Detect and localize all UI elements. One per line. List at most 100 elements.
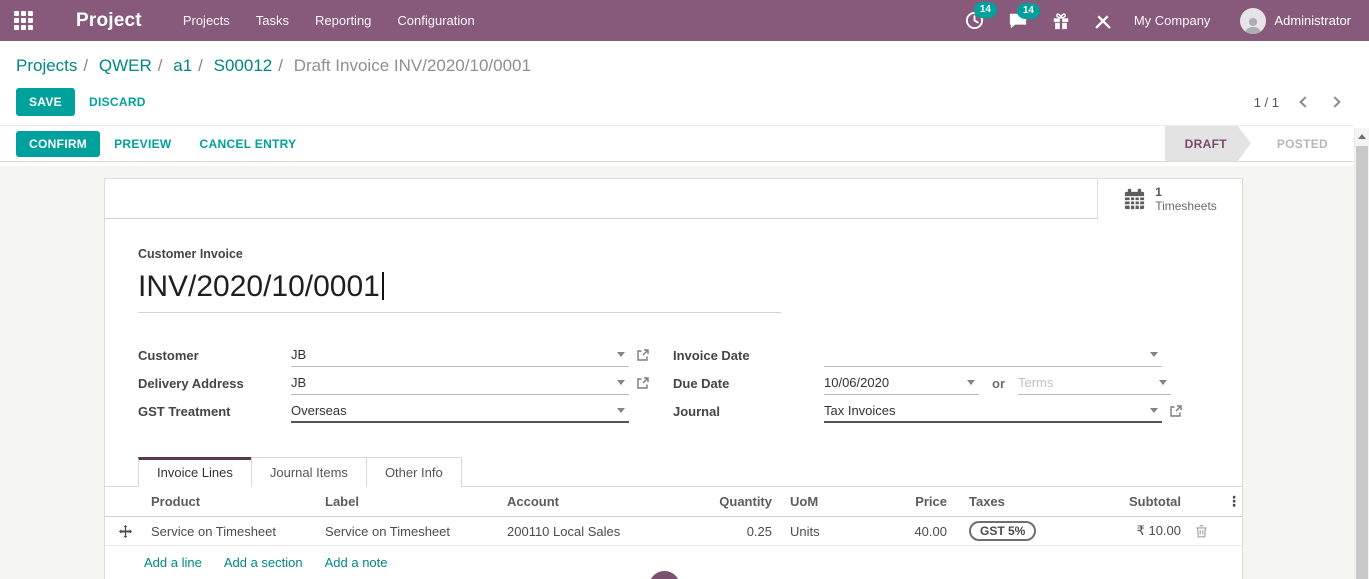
delivery-address-value: JB	[291, 375, 613, 390]
line-uom[interactable]: Units	[772, 524, 892, 539]
dropdown-caret-icon[interactable]	[967, 380, 975, 385]
column-header-taxes[interactable]: Taxes	[947, 494, 1105, 509]
scroll-up-button[interactable]	[1355, 128, 1369, 145]
column-header-account[interactable]: Account	[501, 494, 705, 509]
scrollbar[interactable]	[1354, 128, 1369, 579]
gift-button[interactable]	[1040, 12, 1082, 30]
delivery-address-external-link-icon[interactable]	[636, 376, 650, 390]
journal-label: Journal	[673, 404, 824, 419]
scroll-up-icon	[1358, 134, 1366, 139]
notebook-tabs: Invoice Lines Journal Items Other Info	[105, 457, 1242, 487]
add-a-note-link[interactable]: Add a note	[325, 555, 388, 570]
gst-treatment-value: Overseas	[291, 403, 613, 418]
customer-invoice-label: Customer Invoice	[138, 247, 1209, 261]
company-switcher[interactable]: My Company	[1124, 13, 1227, 28]
column-header-uom[interactable]: UoM	[772, 494, 892, 509]
preview-button[interactable]: PREVIEW	[100, 130, 185, 158]
dropdown-caret-icon[interactable]	[1159, 380, 1167, 385]
navbar-right: 14 14	[953, 8, 1369, 34]
tools-icon	[1094, 12, 1112, 30]
scrollbar-thumb[interactable]	[1356, 146, 1368, 579]
form-fields: Customer JB Delivery Address	[138, 341, 1209, 425]
add-a-section-link[interactable]: Add a section	[224, 555, 303, 570]
delivery-address-label: Delivery Address	[138, 376, 291, 391]
gst-treatment-select[interactable]: Overseas	[291, 399, 629, 423]
apps-menu-icon[interactable]	[14, 11, 34, 31]
delivery-address-input[interactable]: JB	[291, 371, 629, 395]
column-header-price[interactable]: Price	[892, 494, 947, 509]
invoice-line-row[interactable]: Service on Timesheet Service on Timeshee…	[105, 517, 1242, 546]
nav-item-projects[interactable]: Projects	[170, 13, 243, 28]
sheet-body: Customer Invoice INV/2020/10/0001 Custom…	[105, 247, 1242, 570]
breadcrumb-link-a1[interactable]: a1	[173, 56, 192, 75]
pager-next-icon[interactable]	[1329, 96, 1340, 107]
column-header-quantity[interactable]: Quantity	[705, 494, 772, 509]
dropdown-caret-icon[interactable]	[617, 380, 625, 385]
messages-button[interactable]: 14	[996, 12, 1040, 30]
pager-previous-icon[interactable]	[1299, 96, 1310, 107]
line-subtotal: ₹ 10.00	[1105, 523, 1181, 539]
discard-button[interactable]: DISCARD	[75, 88, 160, 116]
invoice-date-input[interactable]	[824, 343, 1162, 367]
activities-button[interactable]: 14	[953, 11, 996, 30]
optional-columns-icon[interactable]: ⋮	[1221, 493, 1242, 510]
breadcrumb-separator: /	[198, 56, 203, 75]
breadcrumb-link-qwer[interactable]: QWER	[99, 56, 152, 75]
dropdown-caret-icon[interactable]	[617, 352, 625, 357]
line-quantity[interactable]: 0.25	[705, 524, 772, 539]
column-header-label[interactable]: Label	[319, 494, 501, 509]
nav-item-reporting[interactable]: Reporting	[302, 13, 384, 28]
breadcrumb-separator: /	[83, 56, 88, 75]
breadcrumb-separator: /	[278, 56, 283, 75]
confirm-button[interactable]: CONFIRM	[16, 131, 100, 157]
due-date-label: Due Date	[673, 376, 824, 391]
timesheets-smart-button[interactable]: 1 Timesheets	[1097, 179, 1242, 219]
tab-other-info[interactable]: Other Info	[366, 457, 462, 487]
breadcrumb: Projects/ QWER/ a1/ S00012/ Draft Invoic…	[16, 54, 1369, 78]
nav-item-configuration[interactable]: Configuration	[384, 13, 487, 28]
due-date-input[interactable]: 10/06/2020	[824, 371, 979, 395]
gift-icon	[1052, 12, 1070, 30]
status-draft[interactable]: DRAFT	[1165, 126, 1251, 161]
table-footer-links: Add a line Add a section Add a note	[105, 546, 1242, 570]
nav-item-tasks[interactable]: Tasks	[243, 13, 302, 28]
status-states: DRAFT POSTED	[1165, 126, 1354, 161]
add-a-line-link[interactable]: Add a line	[144, 555, 202, 570]
app-name[interactable]: Project	[76, 10, 142, 32]
column-header-product[interactable]: Product	[145, 494, 319, 509]
dropdown-caret-icon[interactable]	[1150, 408, 1158, 413]
line-taxes[interactable]: GST 5%	[947, 521, 1105, 541]
form-view: 1 Timesheets Customer Invoice INV/2020/1…	[0, 166, 1354, 579]
tab-invoice-lines[interactable]: Invoice Lines	[138, 457, 252, 487]
breadcrumb-link-s00012[interactable]: S00012	[214, 56, 273, 75]
journal-external-link-icon[interactable]	[1169, 404, 1183, 418]
drag-handle-icon[interactable]	[105, 525, 145, 538]
tab-journal-items[interactable]: Journal Items	[251, 457, 367, 487]
save-button[interactable]: SAVE	[16, 88, 75, 116]
user-menu[interactable]: Administrator	[1226, 8, 1357, 34]
cancel-entry-button[interactable]: CANCEL ENTRY	[186, 130, 311, 158]
journal-input[interactable]: Tax Invoices	[824, 399, 1162, 423]
dropdown-caret-icon[interactable]	[617, 408, 625, 413]
customer-input[interactable]: JB	[291, 343, 629, 367]
navbar-left: Project Projects Tasks Reporting Configu…	[0, 10, 488, 32]
payment-terms-input[interactable]: Terms	[1018, 371, 1171, 395]
tax-badge[interactable]: GST 5%	[969, 521, 1036, 541]
invoice-sheet: 1 Timesheets Customer Invoice INV/2020/1…	[104, 178, 1243, 579]
column-header-subtotal[interactable]: Subtotal	[1105, 494, 1181, 509]
breadcrumb-link-projects[interactable]: Projects	[16, 56, 77, 75]
due-date-value: 10/06/2020	[824, 375, 963, 390]
invoice-name-input[interactable]: INV/2020/10/0001	[138, 269, 1209, 305]
pager-value: 1 / 1	[1254, 95, 1279, 110]
status-posted[interactable]: POSTED	[1251, 126, 1354, 161]
line-label[interactable]: Service on Timesheet	[319, 524, 501, 539]
line-product[interactable]: Service on Timesheet	[145, 524, 319, 539]
app-menu: Projects Tasks Reporting Configuration	[170, 13, 488, 28]
customer-external-link-icon[interactable]	[636, 348, 650, 362]
line-price[interactable]: 40.00	[892, 524, 947, 539]
debug-tools-button[interactable]	[1082, 12, 1124, 30]
delete-line-icon[interactable]	[1181, 524, 1221, 538]
line-account[interactable]: 200110 Local Sales	[501, 524, 705, 539]
dropdown-caret-icon[interactable]	[1150, 352, 1158, 357]
table-header-row: Product Label Account Quantity UoM Price…	[105, 487, 1242, 517]
